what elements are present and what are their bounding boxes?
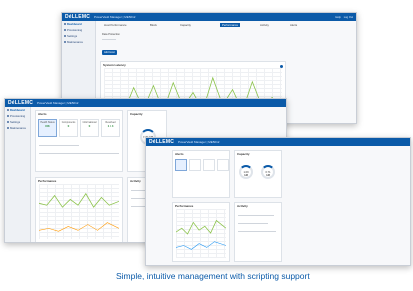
tile-value: 0 xyxy=(88,124,91,128)
sidebar: Dashboard Provisioning Settings Maintena… xyxy=(5,107,31,242)
dell-emc-logo: DéLLEMC xyxy=(149,139,175,145)
alerts-title: Alerts xyxy=(175,152,184,156)
logout-link[interactable]: Log Out xyxy=(344,16,353,19)
help-link[interactable]: Help xyxy=(335,16,340,19)
tile-informational[interactable]: Informational 0 xyxy=(80,119,99,137)
app-title: PowerVault Manager | ME5012 xyxy=(94,15,136,19)
sidebar-item-label: Maintenance xyxy=(10,126,27,130)
gauge-value: 1.09 GiB xyxy=(243,171,249,177)
capacity-gauge: 0.71 GiB xyxy=(261,165,275,179)
tile-resolved[interactable] xyxy=(217,159,229,171)
perf-series-green xyxy=(176,219,226,235)
alert-row xyxy=(39,153,119,154)
marketing-collage: DéLLEMC PowerVault Manager | ME5012 Help… xyxy=(0,0,413,291)
activity-title: Activity xyxy=(237,204,248,208)
settings-icon xyxy=(7,121,9,123)
tab-performance[interactable]: Performance xyxy=(220,23,241,27)
settings-icon xyxy=(64,35,66,37)
tab-alerts[interactable]: Alerts xyxy=(290,23,297,27)
alerts-card: Alerts xyxy=(172,150,230,198)
activity-row xyxy=(238,223,268,224)
performance-card: Performance xyxy=(35,177,123,242)
tab-capacity[interactable]: Capacity xyxy=(180,23,191,27)
performance-chart xyxy=(176,219,226,250)
activity-card: Activity xyxy=(234,202,282,262)
tile-resolved[interactable]: Resolved 1 / 4 xyxy=(101,119,120,137)
perf-series-blue xyxy=(176,241,226,250)
tile-components[interactable] xyxy=(189,159,201,171)
sidebar-item-label: Dashboard xyxy=(67,22,82,26)
panel-label: Data Protection xyxy=(102,33,120,36)
maintenance-icon xyxy=(64,41,66,43)
maintenance-icon xyxy=(7,127,9,129)
provisioning-icon xyxy=(7,115,9,117)
sidebar-item-label: Provisioning xyxy=(10,114,26,118)
app-title: PowerVault Manager | ME5012 xyxy=(37,101,79,105)
dashboard-icon xyxy=(64,23,66,25)
perf-series-green xyxy=(39,192,119,208)
sidebar-item-label: Provisioning xyxy=(67,28,83,32)
dell-emc-logo: DéLLEMC xyxy=(65,14,91,20)
capacity-card: Capacity 1.09 GiB 0.71 GiB xyxy=(234,150,282,198)
sidebar-item-label: Maintenance xyxy=(67,40,84,44)
titlebar: DéLLEMC PowerVault Manager | ME5012 xyxy=(5,99,286,107)
alerts-title: Alerts xyxy=(38,112,47,116)
perf-series-orange xyxy=(39,222,119,232)
dashboard-icon xyxy=(7,109,9,111)
tile-value: OK xyxy=(45,124,50,128)
tile-components[interactable]: Components 0 xyxy=(59,119,78,137)
alerts-card: Alerts Health Status OK Components 0 Inf… xyxy=(35,110,123,172)
performance-chart xyxy=(39,192,119,232)
capacity-title: Capacity xyxy=(130,112,143,116)
gauge-value: 0.71 GiB xyxy=(265,171,271,177)
performance-card: Performance xyxy=(172,202,230,262)
titlebar: DéLLEMC PowerVault Manager | ME5012 Help… xyxy=(62,13,356,21)
tile-value: 0 xyxy=(67,124,70,128)
sidebar-item-label: Dashboard xyxy=(10,108,25,112)
chart-control-icon[interactable] xyxy=(280,65,283,68)
provisioning-icon xyxy=(64,29,66,31)
titlebar: DéLLEMC PowerVault Manager | ME5012 xyxy=(146,138,410,146)
add-host-button[interactable]: Add Host xyxy=(102,50,117,55)
tab-block[interactable]: Block xyxy=(150,23,157,27)
sidebar-item-label: Settings xyxy=(10,120,21,124)
app-title: PowerVault Manager | ME5012 xyxy=(178,140,220,144)
activity-row xyxy=(238,215,274,216)
caption-text: Simple, intuitive management with script… xyxy=(116,271,310,281)
sidebar-item-maintenance[interactable]: Maintenance xyxy=(5,125,30,131)
dell-emc-logo: DéLLEMC xyxy=(8,100,34,106)
tab-host-performance[interactable]: Host Performance xyxy=(104,23,127,27)
sidebar-item-label: Settings xyxy=(67,34,78,38)
capacity-gauge: 1.09 GiB xyxy=(239,165,253,179)
tile-value: 1 / 4 xyxy=(107,124,114,128)
sidebar-item-maintenance[interactable]: Maintenance xyxy=(62,39,95,45)
capacity-title: Capacity xyxy=(237,152,250,156)
field-line xyxy=(102,39,116,40)
tile-informational[interactable] xyxy=(203,159,215,171)
tab-activity[interactable]: Activity xyxy=(260,23,269,27)
activity-row xyxy=(238,231,276,232)
alert-row xyxy=(39,145,79,146)
window-front: DéLLEMC PowerVault Manager | ME5012 Aler… xyxy=(145,137,411,266)
tile-health[interactable]: Health Status OK xyxy=(38,119,57,137)
tile-health[interactable] xyxy=(175,159,187,171)
